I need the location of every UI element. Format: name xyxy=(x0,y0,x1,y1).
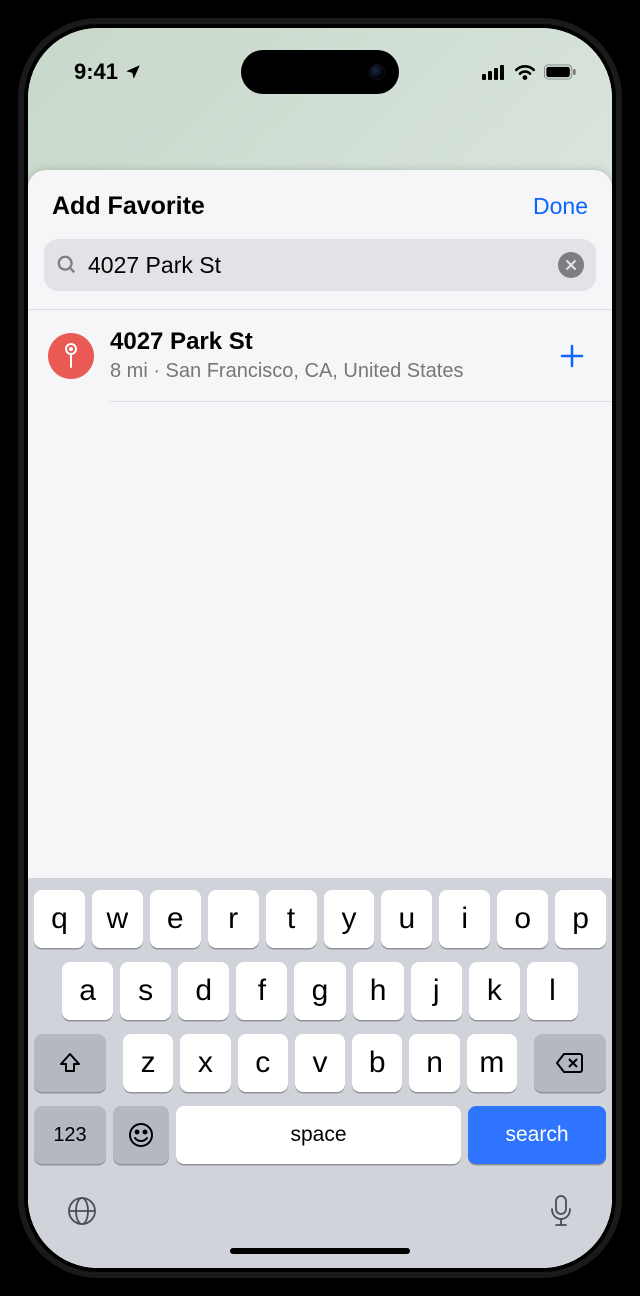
backspace-key[interactable] xyxy=(534,1034,606,1092)
sheet-header: Add Favorite Done xyxy=(28,170,612,239)
done-button[interactable]: Done xyxy=(533,193,588,220)
search-field[interactable] xyxy=(44,239,596,291)
key-o[interactable]: o xyxy=(497,890,548,948)
sheet-title: Add Favorite xyxy=(52,192,205,221)
key-k[interactable]: k xyxy=(469,962,520,1020)
key-h[interactable]: h xyxy=(353,962,404,1020)
dynamic-island xyxy=(241,50,399,94)
key-d[interactable]: d xyxy=(178,962,229,1020)
key-b[interactable]: b xyxy=(352,1034,402,1092)
key-r[interactable]: r xyxy=(208,890,259,948)
phone-frame: 9:41 Add Favorite Done 4027 Pa xyxy=(18,18,622,1278)
numbers-key[interactable]: 123 xyxy=(34,1106,106,1164)
dictation-icon[interactable] xyxy=(548,1194,574,1228)
key-u[interactable]: u xyxy=(381,890,432,948)
wifi-icon xyxy=(514,64,536,80)
key-f[interactable]: f xyxy=(236,962,287,1020)
search-input[interactable] xyxy=(88,252,548,279)
status-time: 9:41 xyxy=(74,59,118,85)
search-key[interactable]: search xyxy=(468,1106,606,1164)
key-q[interactable]: q xyxy=(34,890,85,948)
key-p[interactable]: p xyxy=(555,890,606,948)
key-e[interactable]: e xyxy=(150,890,201,948)
screen: 9:41 Add Favorite Done 4027 Pa xyxy=(28,28,612,1268)
front-camera xyxy=(369,64,385,80)
key-v[interactable]: v xyxy=(295,1034,345,1092)
globe-icon[interactable] xyxy=(66,1195,98,1227)
key-g[interactable]: g xyxy=(294,962,345,1020)
space-key[interactable]: space xyxy=(176,1106,461,1164)
key-w[interactable]: w xyxy=(92,890,143,948)
keyboard: qwertyuiop asdfghjkl zxcvbnm 123 space s… xyxy=(28,878,612,1268)
key-n[interactable]: n xyxy=(409,1034,459,1092)
divider xyxy=(110,401,612,402)
plus-icon xyxy=(558,342,586,370)
key-m[interactable]: m xyxy=(467,1034,517,1092)
result-title: 4027 Park St xyxy=(110,328,536,356)
location-icon xyxy=(124,63,142,81)
add-favorite-button[interactable] xyxy=(552,336,592,376)
emoji-icon xyxy=(127,1121,155,1149)
emoji-key[interactable] xyxy=(113,1106,169,1164)
key-i[interactable]: i xyxy=(439,890,490,948)
result-text: 4027 Park St 8 mi · San Francisco, CA, U… xyxy=(110,328,536,383)
result-subtitle: 8 mi · San Francisco, CA, United States xyxy=(110,360,536,383)
add-favorite-sheet: Add Favorite Done 4027 Park St 8 mi · Sa… xyxy=(28,170,612,1268)
key-a[interactable]: a xyxy=(62,962,113,1020)
shift-key[interactable] xyxy=(34,1034,106,1092)
shift-icon xyxy=(58,1051,82,1075)
key-l[interactable]: l xyxy=(527,962,578,1020)
pin-icon xyxy=(48,333,94,379)
key-s[interactable]: s xyxy=(120,962,171,1020)
home-indicator[interactable] xyxy=(230,1248,410,1254)
cellular-icon xyxy=(482,64,506,80)
key-x[interactable]: x xyxy=(180,1034,230,1092)
backspace-icon xyxy=(556,1052,584,1074)
x-icon xyxy=(565,259,577,271)
key-t[interactable]: t xyxy=(266,890,317,948)
key-j[interactable]: j xyxy=(411,962,462,1020)
battery-icon xyxy=(544,64,576,80)
search-icon xyxy=(56,254,78,276)
key-z[interactable]: z xyxy=(123,1034,173,1092)
search-result-row[interactable]: 4027 Park St 8 mi · San Francisco, CA, U… xyxy=(28,310,612,401)
clear-search-button[interactable] xyxy=(558,252,584,278)
key-y[interactable]: y xyxy=(324,890,375,948)
phone-bezel: 9:41 Add Favorite Done 4027 Pa xyxy=(24,24,616,1272)
key-c[interactable]: c xyxy=(238,1034,288,1092)
